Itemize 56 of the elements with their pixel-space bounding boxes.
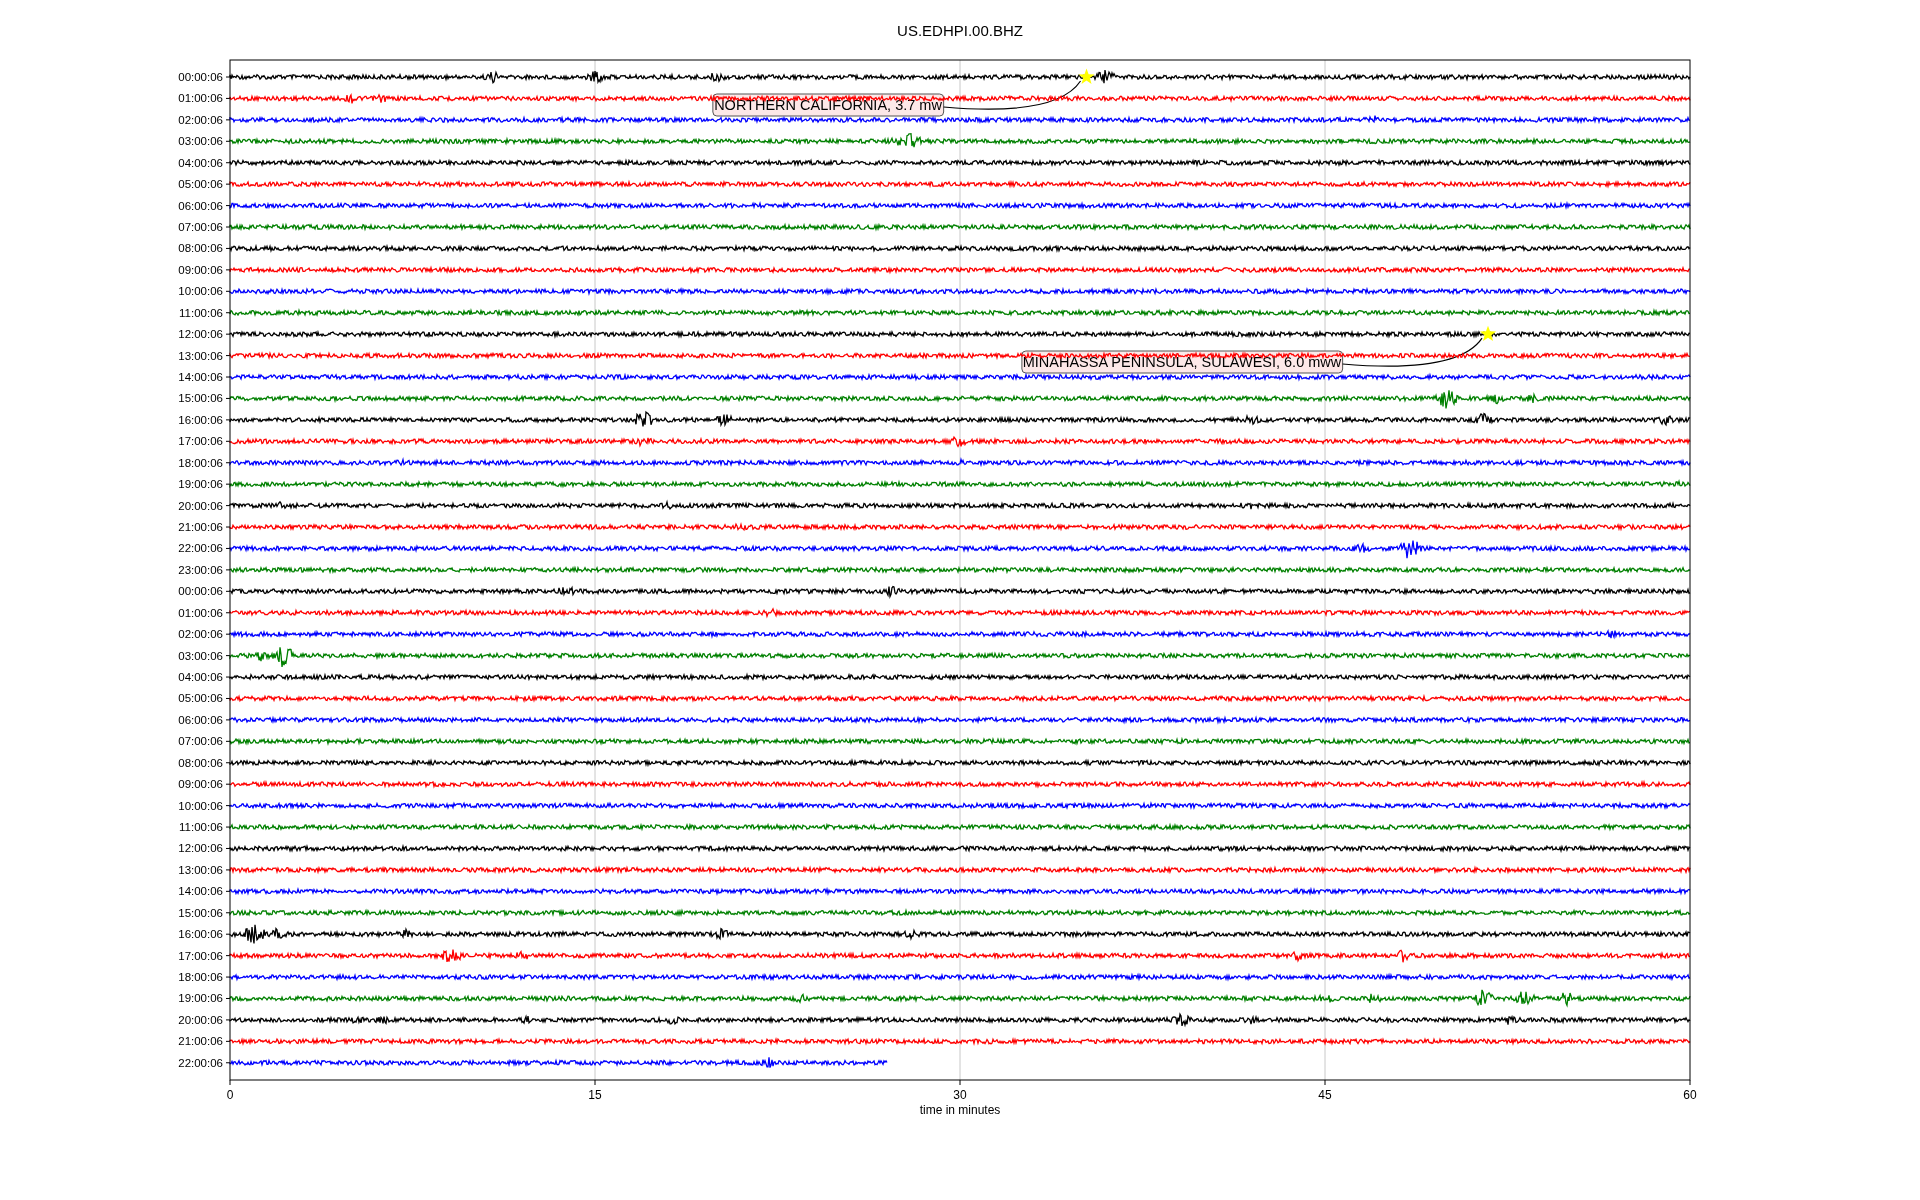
- time-label: 15:00:06: [178, 906, 223, 919]
- time-label: 18:00:06: [178, 456, 223, 469]
- time-label: 06:00:06: [178, 713, 223, 726]
- time-label: 10:00:06: [178, 799, 223, 812]
- time-label: 19:00:06: [178, 992, 223, 1005]
- star-icon: [1078, 68, 1095, 84]
- star-icon: [1479, 325, 1497, 341]
- time-label: 04:00:06: [178, 156, 223, 169]
- time-label: 00:00:06: [178, 71, 223, 83]
- axis-label: time in minutes: [919, 1103, 1001, 1117]
- time-label: 09:00:06: [178, 778, 223, 791]
- tick-label: 60: [1683, 1088, 1697, 1102]
- time-label: 21:00:06: [178, 1035, 223, 1048]
- tick-label: 15: [588, 1088, 602, 1102]
- time-label: 17:00:06: [178, 435, 223, 448]
- time-label: 03:00:06: [178, 135, 223, 148]
- time-label: 12:00:06: [178, 842, 223, 855]
- time-label: 05:00:06: [178, 178, 223, 191]
- time-label: 20:00:06: [178, 499, 223, 512]
- time-label: 11:00:06: [179, 821, 223, 834]
- plot-title: US.EDHPI.00.BHZ: [897, 22, 1023, 39]
- time-label: 20:00:06: [178, 1013, 223, 1026]
- time-label: 21:00:06: [178, 521, 223, 534]
- time-label: 00:00:06: [178, 585, 223, 598]
- time-label: 08:00:06: [178, 242, 223, 255]
- time-label: 02:00:06: [178, 113, 223, 126]
- time-label: 08:00:06: [178, 756, 223, 769]
- time-label: 01:00:06: [178, 92, 223, 105]
- time-label: 05:00:06: [178, 692, 223, 705]
- time-label: 14:00:06: [178, 371, 223, 383]
- time-label: 16:00:06: [178, 413, 223, 426]
- time-label: 04:00:06: [178, 671, 223, 684]
- time-label: 14:00:06: [178, 885, 223, 898]
- time-label: 19:00:06: [178, 478, 223, 491]
- time-label: 03:00:06: [178, 649, 223, 662]
- time-label: 06:00:06: [178, 199, 223, 212]
- time-label: 07:00:06: [178, 221, 223, 233]
- time-label: 02:00:06: [178, 628, 223, 641]
- time-label: 18:00:06: [178, 971, 223, 984]
- tick-label: 45: [1318, 1088, 1332, 1102]
- tick-label: 0: [226, 1088, 234, 1102]
- time-label: 11:00:06: [179, 306, 223, 319]
- time-label: 16:00:06: [178, 928, 223, 941]
- time-label: 13:00:06: [178, 349, 223, 362]
- time-label: 01:00:06: [178, 606, 223, 619]
- time-label: 17:00:06: [178, 949, 223, 962]
- time-label: 07:00:06: [178, 735, 223, 748]
- time-label: 22:00:06: [178, 542, 223, 555]
- time-label: 15:00:06: [178, 392, 223, 405]
- time-label: 13:00:06: [178, 863, 223, 876]
- time-label: 10:00:06: [178, 285, 223, 298]
- time-label: 22:00:06: [178, 1056, 223, 1069]
- time-label: 09:00:06: [178, 263, 223, 276]
- time-label: 23:00:06: [178, 563, 223, 576]
- time-label: 12:00:06: [178, 328, 223, 341]
- tick-label: 30: [953, 1088, 967, 1102]
